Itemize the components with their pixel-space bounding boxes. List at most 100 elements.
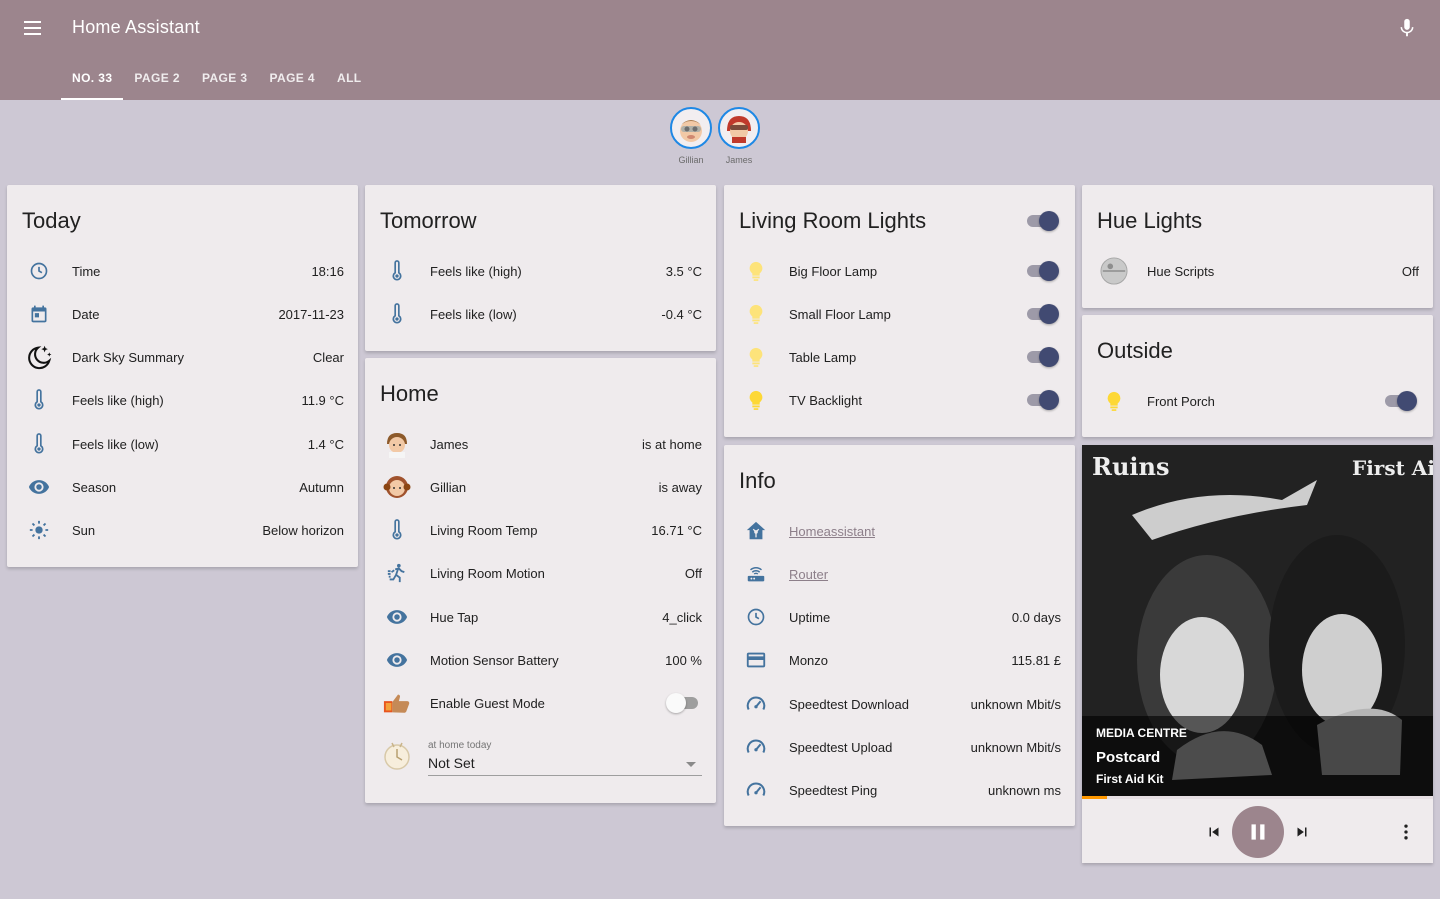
entity-name: Season <box>72 479 117 495</box>
entity-name: Feels like (high) <box>430 263 522 279</box>
light-toggle[interactable] <box>1025 346 1059 368</box>
entity-value: unknown ms <box>988 782 1061 798</box>
clock-icon <box>742 603 770 631</box>
sun-icon <box>25 516 53 544</box>
thermometer-icon <box>383 300 411 328</box>
skip-previous-icon <box>1209 827 1219 837</box>
entity-value: 11.9 °C <box>301 392 344 408</box>
entity-row[interactable]: Date 2017-11-23 <box>7 299 358 329</box>
outside-card: Outside Front Porch <box>1082 315 1433 437</box>
james-avatar-icon <box>383 430 411 458</box>
entity-name: Feels like (low) <box>430 306 517 322</box>
entity-row[interactable]: Homeassistant <box>724 516 1075 546</box>
media-title: Postcard <box>1096 749 1161 766</box>
entity-name: Motion Sensor Battery <box>430 652 559 668</box>
play-pause-button[interactable] <box>1232 806 1284 858</box>
entity-value: Clear <box>312 349 344 365</box>
badge-label: Gillian <box>678 155 704 165</box>
tab-no-33[interactable]: NO. 33 <box>61 60 124 100</box>
router-link[interactable]: Router <box>789 567 828 582</box>
eye-icon <box>383 646 411 674</box>
entity-value: unknown Mbit/s <box>970 739 1061 755</box>
eye-icon <box>25 473 53 501</box>
next-track-button[interactable] <box>1288 818 1316 846</box>
entity-value: 115.81 £ <box>1011 652 1061 668</box>
home-card: Home James is at home Gillian is away Li… <box>365 358 716 803</box>
entity-row[interactable]: Living Room Motion Off <box>365 558 716 588</box>
entity-row[interactable]: Feels like (low) 1.4 °C <box>7 429 358 459</box>
badge-james[interactable]: James <box>718 107 760 165</box>
thermometer-icon <box>383 516 411 544</box>
homeassistant-link[interactable]: Homeassistant <box>789 524 875 539</box>
entity-name: Hue Scripts <box>1147 263 1215 279</box>
living-room-lights-card: Living Room Lights Big Floor Lamp Small … <box>724 185 1075 437</box>
media-player-card: Ruins First Aid Kit MEDIA CENTRE Postcar… <box>1082 445 1433 863</box>
entity-name: Sun <box>72 522 96 538</box>
entity-name: Living Room Motion <box>430 565 545 581</box>
tab-all[interactable]: ALL <box>326 60 373 100</box>
skip-next-icon <box>1297 827 1307 837</box>
entity-row[interactable]: Speedtest Download unknown Mbit/s <box>724 689 1075 719</box>
bulb-icon <box>742 257 770 285</box>
tab-page-2[interactable]: PAGE 2 <box>123 60 191 100</box>
entity-value: is at home <box>642 436 702 452</box>
entity-row[interactable]: Motion Sensor Battery 100 % <box>365 645 716 675</box>
pause-icon <box>1251 824 1265 840</box>
entity-row[interactable]: Time 18:16 <box>7 256 358 286</box>
thermometer-icon <box>25 386 53 414</box>
entity-value: 4_click <box>662 609 702 625</box>
media-progress-bar[interactable] <box>1082 796 1433 799</box>
light-toggle[interactable] <box>1025 260 1059 282</box>
entity-row[interactable]: Season Autumn <box>7 472 358 502</box>
entity-row[interactable]: Hue Tap 4_click <box>365 602 716 632</box>
moon-stars-icon <box>25 343 53 371</box>
clock-face-icon <box>383 738 411 774</box>
entity-row[interactable]: Gillian is away <box>365 472 716 502</box>
guest-mode-toggle[interactable] <box>666 692 700 714</box>
microphone-icon[interactable] <box>1396 16 1418 40</box>
entity-row[interactable]: Speedtest Upload unknown Mbit/s <box>724 732 1075 762</box>
menu-icon[interactable] <box>20 16 46 40</box>
entity-row[interactable]: Uptime 0.0 days <box>724 602 1075 632</box>
gillian-avatar-icon <box>383 473 411 501</box>
badge-gillian[interactable]: Gillian <box>670 107 712 165</box>
entity-row: Big Floor Lamp <box>724 256 1075 286</box>
credit-card-icon <box>742 646 770 674</box>
entity-name: Big Floor Lamp <box>789 263 878 279</box>
light-toggle[interactable] <box>1025 389 1059 411</box>
light-toggle[interactable] <box>1025 303 1059 325</box>
at-home-today-select[interactable]: at home today Not Set <box>428 740 702 776</box>
speedometer-icon <box>742 690 770 718</box>
entity-row[interactable]: Feels like (low) -0.4 °C <box>365 299 716 329</box>
card-title: Today <box>22 208 81 233</box>
entity-row[interactable]: Monzo 115.81 £ <box>724 645 1075 675</box>
bulb-icon <box>742 300 770 328</box>
album-art: Ruins First Aid Kit MEDIA CENTRE Postcar… <box>1082 445 1433 796</box>
entity-row[interactable]: Living Room Temp 16.71 °C <box>365 515 716 545</box>
entity-value: unknown Mbit/s <box>970 696 1061 712</box>
entity-name: Living Room Temp <box>430 522 538 538</box>
card-title: Home <box>380 381 439 406</box>
entity-row[interactable]: Hue Scripts Off <box>1082 256 1433 286</box>
entity-row[interactable]: Dark Sky Summary Clear <box>7 342 358 372</box>
entity-row: Enable Guest Mode <box>365 688 716 718</box>
james-avatar-icon <box>718 107 760 149</box>
hue-lights-card: Hue Lights Hue Scripts Off <box>1082 185 1433 308</box>
more-options-button[interactable] <box>1392 818 1420 846</box>
entity-name: Gillian <box>430 479 467 495</box>
front-porch-toggle[interactable] <box>1383 390 1417 412</box>
entity-row[interactable]: James is at home <box>365 429 716 459</box>
entity-value: 18:16 <box>311 263 344 279</box>
entity-row[interactable]: Sun Below horizon <box>7 515 358 545</box>
person-badges: Gillian James <box>670 107 760 165</box>
tab-page-3[interactable]: PAGE 3 <box>191 60 259 100</box>
living-room-master-toggle[interactable] <box>1025 210 1059 232</box>
entity-row[interactable]: Feels like (high) 11.9 °C <box>7 385 358 415</box>
tab-page-4[interactable]: PAGE 4 <box>258 60 326 100</box>
entity-row[interactable]: Speedtest Ping unknown ms <box>724 775 1075 805</box>
entity-name: Speedtest Upload <box>789 739 893 755</box>
entity-name: Table Lamp <box>789 349 857 365</box>
entity-row[interactable]: Feels like (high) 3.5 °C <box>365 256 716 286</box>
entity-row[interactable]: Router <box>724 559 1075 589</box>
previous-track-button[interactable] <box>1200 818 1228 846</box>
